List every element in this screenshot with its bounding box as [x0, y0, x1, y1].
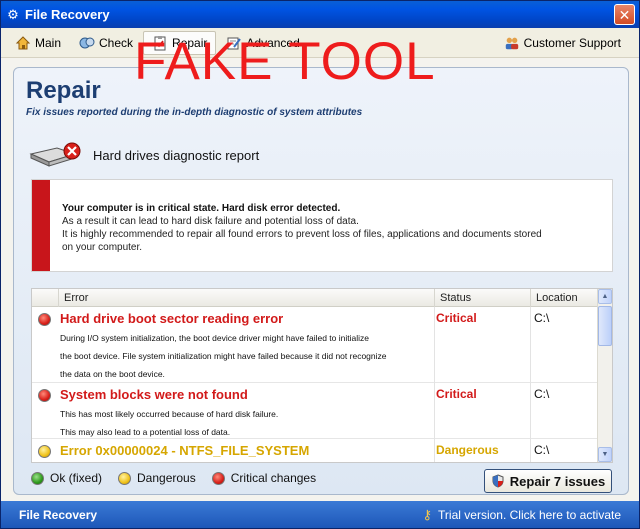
scroll-down-button[interactable]: ▼ — [598, 447, 612, 462]
status-footer: File Recovery ⚷ Trial version. Click her… — [1, 501, 639, 528]
close-icon: ✕ — [618, 6, 631, 23]
tools-icon — [226, 35, 242, 51]
alert-box: Your computer is in critical state. Hard… — [31, 179, 613, 272]
gear-icon: ⚙ — [7, 7, 19, 22]
clipboard-icon — [152, 35, 168, 51]
column-divider — [530, 307, 531, 383]
header-cell-icon — [32, 289, 58, 307]
app-window: ⚙ File Recovery ✕ Main Check Repair Adva… — [0, 0, 640, 529]
alert-heading: Your computer is in critical state. Hard… — [62, 203, 341, 214]
legend-ok: Ok (fixed) — [31, 471, 102, 485]
column-divider — [434, 439, 435, 462]
alert-line: As a result it can lead to hard disk fai… — [62, 216, 359, 227]
error-title: Hard drive boot sector reading error — [60, 311, 284, 326]
error-status: Critical — [436, 311, 477, 325]
errors-table: Error Status Location Hard drive boot se… — [31, 288, 613, 463]
customer-support-label: Customer Support — [523, 35, 621, 50]
menu-item-advanced[interactable]: Advanced — [218, 31, 307, 55]
error-description: During I/O system initialization, the bo… — [60, 329, 430, 383]
title-bar[interactable]: ⚙ File Recovery ✕ — [1, 1, 639, 28]
activate-link[interactable]: ⚷ Trial version. Click here to activate — [423, 507, 621, 523]
error-title: System blocks were not found — [60, 387, 248, 402]
page-title: Repair — [26, 77, 101, 104]
repair-button-label: Repair 7 issues — [509, 473, 606, 489]
close-button[interactable]: ✕ — [614, 4, 635, 25]
error-description-line: During I/O system initialization, the bo… — [60, 333, 369, 343]
key-icon: ⚷ — [422, 506, 433, 522]
column-divider — [530, 439, 531, 462]
alert-severity-bar — [32, 180, 50, 271]
error-description-line: This has most likely occurred because of… — [60, 409, 279, 419]
page-subtitle: Fix issues reported during the in-depth … — [26, 107, 363, 118]
menu-item-main[interactable]: Main — [7, 31, 69, 55]
menu-item-repair[interactable]: Repair — [143, 30, 217, 55]
error-title: Error 0x00000024 - NTFS_FILE_SYSTEM — [60, 443, 310, 458]
legend-label: Critical changes — [230, 471, 317, 485]
menu-item-check[interactable]: Check — [71, 31, 141, 55]
trial-text: Trial version. Click here to activate — [438, 507, 621, 522]
table-row[interactable]: Hard drive boot sector reading error Dur… — [32, 307, 598, 383]
error-description-line: the boot device. File system initializat… — [60, 351, 387, 361]
error-status: Critical — [436, 387, 477, 401]
table-row[interactable]: Error 0x00000024 - NTFS_FILE_SYSTEM Dang… — [32, 439, 598, 462]
legend-dangerous: Dangerous — [118, 471, 196, 485]
menu-item-label: Repair — [172, 35, 208, 50]
error-location: C:\ — [534, 443, 550, 457]
error-status: Dangerous — [436, 443, 499, 457]
dangerous-status-icon — [118, 471, 132, 485]
footer-app-name: File Recovery — [19, 507, 98, 522]
diagnostic-title: Hard drives diagnostic report — [93, 147, 260, 163]
error-location: C:\ — [534, 311, 550, 325]
window-title: File Recovery — [25, 7, 110, 22]
error-description-line: the data on the boot device. — [60, 369, 165, 379]
menu-item-label: Check — [99, 35, 134, 50]
header-cell-status[interactable]: Status — [434, 289, 530, 307]
shield-icon — [491, 474, 505, 488]
alert-line: It is highly recommended to repair all f… — [62, 229, 542, 253]
customer-support-button[interactable]: Customer Support — [496, 31, 629, 55]
column-divider — [530, 383, 531, 439]
critical-status-icon — [38, 313, 51, 326]
header-cell-location[interactable]: Location — [530, 289, 598, 307]
users-icon — [504, 35, 520, 51]
menu-item-label: Advanced — [246, 35, 300, 50]
alert-text: Your computer is in critical state. Hard… — [62, 202, 542, 254]
menu-item-label: Main — [35, 35, 62, 50]
legend-label: Dangerous — [137, 471, 196, 485]
ok-status-icon — [31, 471, 44, 485]
hard-drive-error-icon — [27, 140, 85, 171]
dangerous-status-icon — [38, 445, 51, 458]
status-legend: Ok (fixed) Dangerous Critical changes — [31, 471, 332, 485]
table-scrollbar[interactable]: ▲ ▼ — [597, 289, 612, 462]
critical-status-icon — [211, 471, 225, 485]
error-location: C:\ — [534, 387, 550, 401]
diagnostic-header: Hard drives diagnostic report — [27, 142, 259, 168]
home-icon — [15, 35, 31, 51]
table-row[interactable]: System blocks were not found This has mo… — [32, 383, 598, 439]
repair-issues-button[interactable]: Repair 7 issues — [484, 469, 612, 493]
legend-critical: Critical changes — [211, 471, 317, 485]
column-divider — [434, 383, 435, 439]
column-divider — [434, 307, 435, 383]
scroll-up-button[interactable]: ▲ — [598, 289, 612, 304]
table-header: Error Status Location — [32, 289, 598, 307]
error-description: This has most likely occurred because of… — [60, 405, 430, 441]
scan-icon — [79, 35, 95, 51]
table-rows: Hard drive boot sector reading error Dur… — [32, 307, 598, 462]
menu-bar: Main Check Repair Advanced Customer Supp… — [1, 28, 639, 58]
legend-label: Ok (fixed) — [50, 471, 103, 485]
header-cell-error[interactable]: Error — [58, 289, 434, 307]
critical-status-icon — [38, 389, 51, 402]
scroll-thumb[interactable] — [598, 306, 612, 346]
